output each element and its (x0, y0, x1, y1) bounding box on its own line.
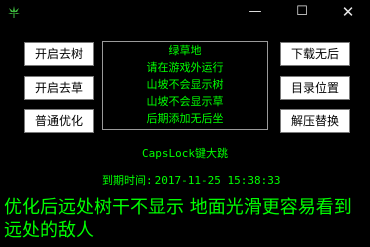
expiry-label: 到期时间: (102, 174, 153, 187)
title-bar: — ☐ ✕ (0, 0, 370, 26)
info-panel: 绿草地 请在游戏外运行 山坡不会显示树 山坡不会显示草 后期添加无后坐 (102, 41, 268, 130)
expiry-value: 2017-11-25 15:38:33 (154, 174, 281, 187)
enable-remove-grass-button[interactable]: 开启去草 (24, 76, 94, 100)
enable-remove-trees-button[interactable]: 开启去树 (24, 42, 94, 66)
normal-optimize-button[interactable]: 普通优化 (24, 109, 94, 133)
optimization-notice: 优化后远处树干不显示 地面光滑更容易看到远处的敌人 (4, 197, 352, 241)
close-button[interactable]: ✕ (338, 3, 358, 21)
hotkey-hint: CapsLock键大跳 (142, 147, 228, 160)
extract-replace-button[interactable]: 解压替换 (280, 109, 350, 133)
download-no-recoil-button[interactable]: 下载无后 (280, 42, 350, 66)
panel-title: 绿草地 (168, 44, 202, 57)
expiry-info: 到期时间: 2017-11-25 15:38:33 (102, 172, 280, 188)
panel-line: 山坡不会显示草 (146, 95, 224, 108)
minimize-button[interactable]: — (245, 3, 265, 21)
directory-location-button[interactable]: 目录位置 (280, 76, 350, 100)
cannabis-leaf-icon (6, 4, 22, 20)
panel-line: 后期添加无后坐 (146, 112, 224, 125)
maximize-button[interactable]: ☐ (292, 3, 312, 21)
panel-line: 山坡不会显示树 (146, 78, 224, 91)
panel-line: 请在游戏外运行 (146, 61, 224, 74)
